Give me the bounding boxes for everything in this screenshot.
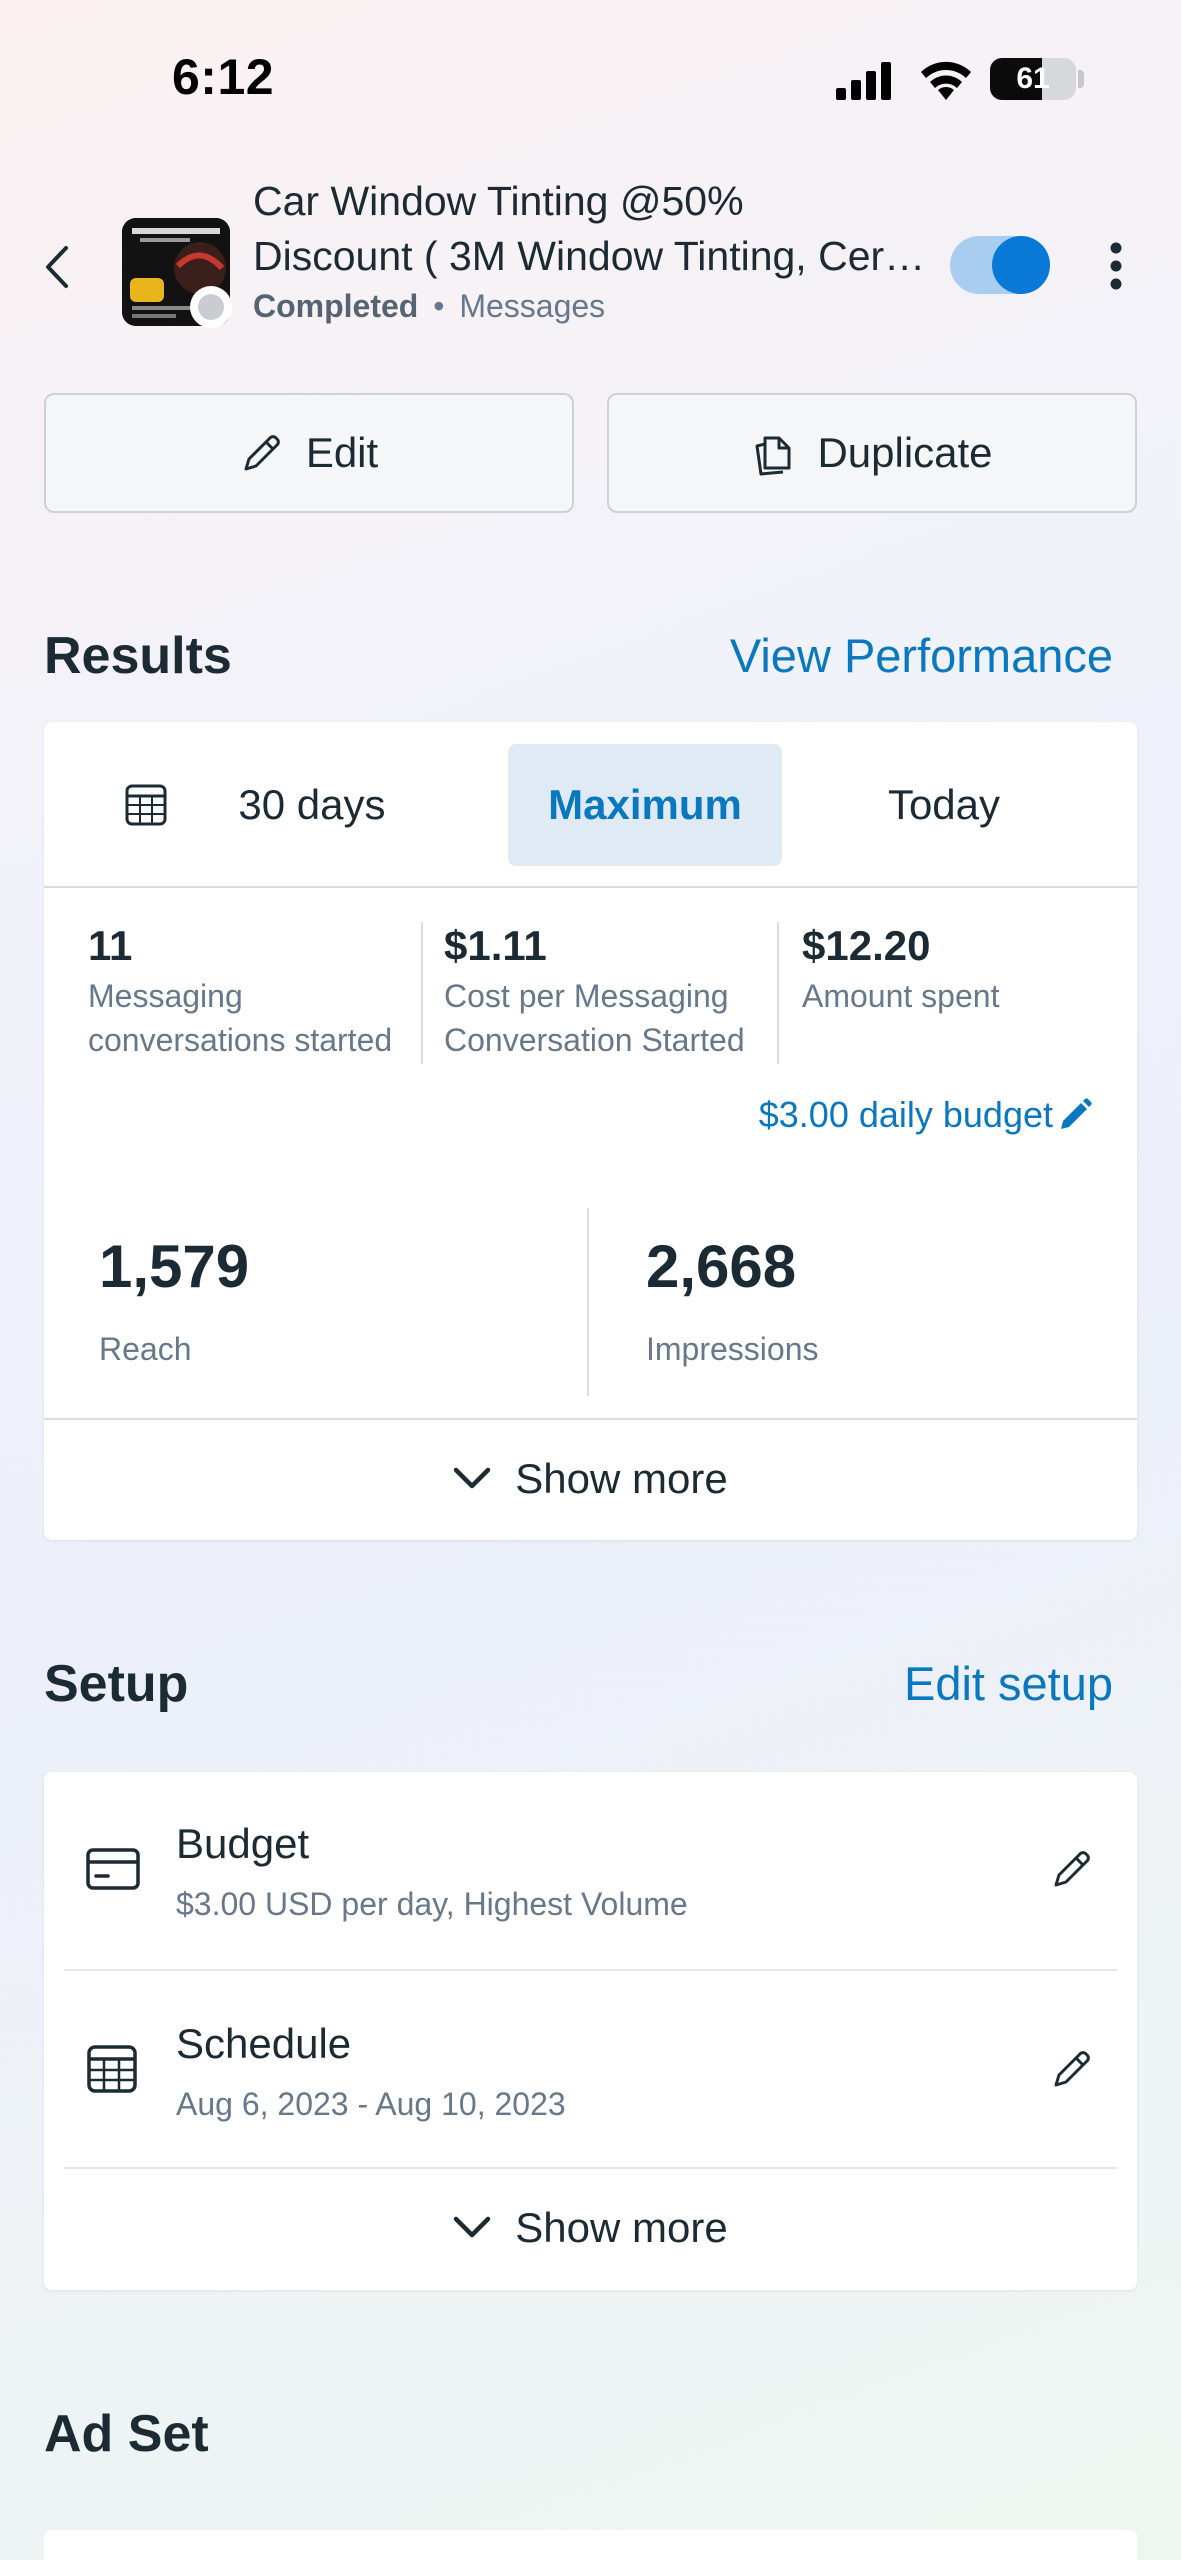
adset-title: Ad Set xyxy=(44,2405,209,2463)
schedule-detail: Aug 6, 2023 - Aug 10, 2023 xyxy=(176,2086,566,2122)
setup-title: Setup xyxy=(44,1655,189,1713)
metric-reach: 1,579 Reach xyxy=(99,1232,249,1368)
credit-card-icon xyxy=(86,1848,140,1890)
back-chevron-icon[interactable] xyxy=(40,244,74,290)
setup-show-more-button[interactable]: Show more xyxy=(44,2168,1137,2288)
campaign-title-line1: Car Window Tinting @50% xyxy=(253,178,744,224)
status-time: 6:12 xyxy=(172,49,275,105)
cellular-signal-icon xyxy=(836,62,891,100)
reach-value: 1,579 xyxy=(99,1233,250,1300)
setup-show-more-label: Show more xyxy=(515,2204,728,2251)
status-separator: • xyxy=(433,288,445,324)
range-maximum[interactable]: Maximum xyxy=(508,744,782,866)
adset-card[interactable] xyxy=(44,2530,1137,2560)
metric-impressions: 2,668 Impressions xyxy=(646,1232,819,1368)
daily-budget-label: $3.00 daily budget xyxy=(758,1094,1053,1135)
campaign-title-line2: Discount ( 3M Window Tinting, Ceramic Co… xyxy=(253,233,933,279)
metric-conversations-value: 11 xyxy=(88,922,133,969)
campaign-status: Completed xyxy=(253,288,419,324)
calendar-icon[interactable] xyxy=(124,782,168,828)
metric-amount-label: Amount spent xyxy=(802,978,1000,1014)
metric-divider xyxy=(777,922,779,1064)
metric-cost-label-2: Conversation Started xyxy=(444,1022,745,1058)
campaign-toggle[interactable] xyxy=(950,236,1050,294)
impressions-value: 2,668 xyxy=(646,1233,797,1300)
budget-row[interactable]: Budget $3.00 USD per day, Highest Volume xyxy=(44,1772,1137,1970)
edit-button[interactable]: Edit xyxy=(44,393,574,513)
ad-status-badge xyxy=(190,286,232,328)
wifi-icon xyxy=(921,61,971,100)
battery-nub xyxy=(1078,70,1084,88)
edit-setup-link[interactable]: Edit setup xyxy=(904,1656,1113,1711)
impressions-label: Impressions xyxy=(646,1331,819,1367)
metric-cost-label: Cost per Messaging Conversation Started xyxy=(444,974,745,1062)
pencil-icon[interactable] xyxy=(1051,1846,1095,1890)
metric-cost-per-conversation: $1.11 Cost per Messaging Conversation St… xyxy=(444,922,745,1062)
range-last-30-days[interactable]: st 30 days xyxy=(229,744,489,866)
metric-conversations-label: Messaging conversations started xyxy=(88,974,392,1062)
metric-cost-label-1: Cost per Messaging xyxy=(444,978,729,1014)
more-options-icon[interactable] xyxy=(1108,242,1124,290)
setup-card: Budget $3.00 USD per day, Highest Volume… xyxy=(44,1772,1137,2290)
date-range-selector: st 30 days Maximum Today xyxy=(44,722,1137,888)
battery-icon: 61 xyxy=(990,58,1076,100)
results-title: Results xyxy=(44,627,232,685)
metric-conversations-label-2: conversations started xyxy=(88,1022,393,1058)
edit-button-label: Edit xyxy=(305,429,379,476)
schedule-title: Schedule xyxy=(176,2020,352,2067)
daily-budget-link[interactable]: $3.00 daily budget xyxy=(759,1094,1093,1136)
pencil-icon[interactable] xyxy=(1051,2046,1095,2090)
metric-divider xyxy=(421,922,423,1064)
metric-conversations: 11 Messaging conversations started xyxy=(88,922,392,1062)
chevron-down-icon xyxy=(454,2216,491,2238)
results-card: st 30 days Maximum Today 11 Messaging co… xyxy=(44,722,1137,1540)
campaign-title[interactable]: Car Window Tinting @50% Discount ( 3M Wi… xyxy=(253,174,933,284)
duplicate-button[interactable]: Duplicate xyxy=(607,393,1137,513)
metric-conversations-label-1: Messaging xyxy=(88,978,243,1014)
budget-detail: $3.00 USD per day, Highest Volume xyxy=(176,1886,688,1922)
duplicate-icon xyxy=(755,436,791,476)
schedule-row[interactable]: Schedule Aug 6, 2023 - Aug 10, 2023 xyxy=(44,1970,1137,2168)
battery-level: 61 xyxy=(1016,62,1050,95)
budget-title: Budget xyxy=(176,1820,310,1867)
duplicate-button-label: Duplicate xyxy=(817,429,993,476)
metric-divider xyxy=(587,1208,589,1396)
range-last-30-days-label: st 30 days xyxy=(229,781,386,828)
chevron-down-icon xyxy=(454,1467,491,1489)
edit-pencil-icon xyxy=(1061,1098,1092,1129)
results-show-more-label: Show more xyxy=(515,1455,728,1502)
results-show-more-button[interactable]: Show more xyxy=(44,1418,1137,1538)
calendar-icon xyxy=(87,2045,137,2093)
campaign-status-line: Completed • Messages xyxy=(253,288,605,325)
metric-cost-value: $1.11 xyxy=(444,922,547,969)
metric-amount-value: $12.20 xyxy=(802,922,931,969)
metric-amount-spent: $12.20 Amount spent xyxy=(802,922,999,1018)
campaign-objective: Messages xyxy=(459,288,606,324)
pencil-icon xyxy=(244,435,280,471)
reach-label: Reach xyxy=(99,1331,192,1367)
range-today[interactable]: Today xyxy=(824,744,1064,866)
view-performance-link[interactable]: View Performance xyxy=(730,628,1113,683)
